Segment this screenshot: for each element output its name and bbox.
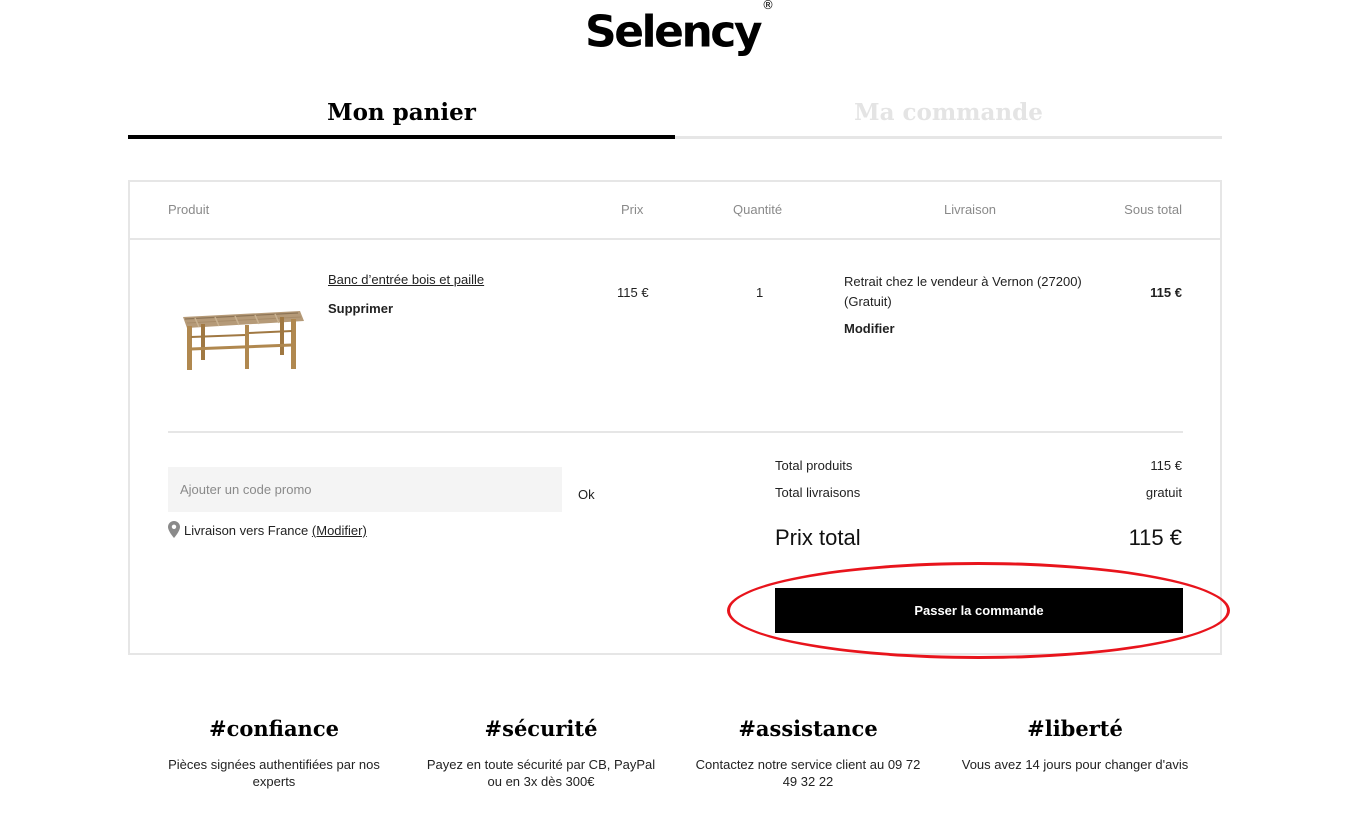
- header-produit: Produit: [168, 202, 210, 217]
- tab-indicator-inactive: [675, 136, 1222, 139]
- tab-ma-commande[interactable]: Ma commande: [675, 97, 1222, 129]
- total-shipping-value: gratuit: [1145, 485, 1182, 500]
- feature-title: #liberté: [1027, 716, 1123, 741]
- total-products-value: 115 €: [1150, 458, 1182, 473]
- feature-assistance: #assistance Contactez notre service clie…: [688, 715, 928, 790]
- feature-description: Pièces signées authentifiées par nos exp…: [168, 757, 380, 789]
- feature-securite: #sécurité Payez en toute sécurité par CB…: [421, 715, 661, 790]
- product-name-link[interactable]: Banc d’entrée bois et paille: [328, 272, 484, 287]
- brand-name: Selency: [585, 6, 763, 58]
- total-shipping-label: Total livraisons: [775, 485, 861, 500]
- section-divider: [168, 431, 1183, 433]
- tab-indicator-active: [128, 135, 675, 139]
- promo-ok-button[interactable]: Ok: [578, 487, 595, 502]
- feature-confiance: #confiance Pièces signées authentifiées …: [154, 715, 394, 790]
- header-quantite: Quantité: [733, 202, 783, 217]
- cart-table-header: Produit Prix Quantité Livraison Sous tot…: [130, 182, 1220, 240]
- item-quantity: 1: [756, 285, 764, 300]
- highlight-annotation: [727, 562, 1230, 659]
- feature-title: #assistance: [738, 716, 878, 741]
- registered-mark: ®: [762, 0, 775, 12]
- total-products-label: Total produits: [775, 458, 853, 473]
- modify-delivery-button[interactable]: Modifier: [844, 321, 895, 336]
- feature-description: Contactez notre service client au 09 72 …: [695, 757, 921, 789]
- total-price-value: 115 €: [1128, 525, 1182, 550]
- delivery-country: Livraison vers France (Modifier): [184, 523, 367, 538]
- header-sous-total: Sous total: [1124, 202, 1182, 217]
- item-delivery-method: Retrait chez le vendeur à Vernon (27200)…: [844, 274, 1082, 309]
- tab-mon-panier[interactable]: Mon panier: [128, 97, 675, 129]
- selency-logo[interactable]: Selency®: [585, 0, 775, 58]
- header-prix: Prix: [621, 202, 644, 217]
- location-pin-icon: [168, 521, 180, 538]
- product-image[interactable]: [175, 297, 310, 377]
- remove-item-button[interactable]: Supprimer: [328, 301, 393, 316]
- feature-description: Vous avez 14 jours pour changer d'avis: [961, 757, 1189, 772]
- feature-title: #sécurité: [484, 716, 598, 741]
- item-price: 115 €: [617, 285, 649, 300]
- delivery-country-text: Livraison vers France: [184, 523, 309, 538]
- promo-code-input[interactable]: [168, 467, 562, 512]
- modify-country-link[interactable]: (Modifier): [312, 523, 367, 538]
- feature-description: Payez en toute sécurité par CB, PayPal o…: [426, 757, 656, 789]
- total-price-label: Prix total: [775, 525, 861, 550]
- feature-title: #confiance: [209, 716, 339, 741]
- header-livraison: Livraison: [944, 202, 997, 217]
- feature-liberte: #liberté Vous avez 14 jours pour changer…: [955, 715, 1195, 773]
- item-subtotal: 115 €: [1150, 285, 1182, 300]
